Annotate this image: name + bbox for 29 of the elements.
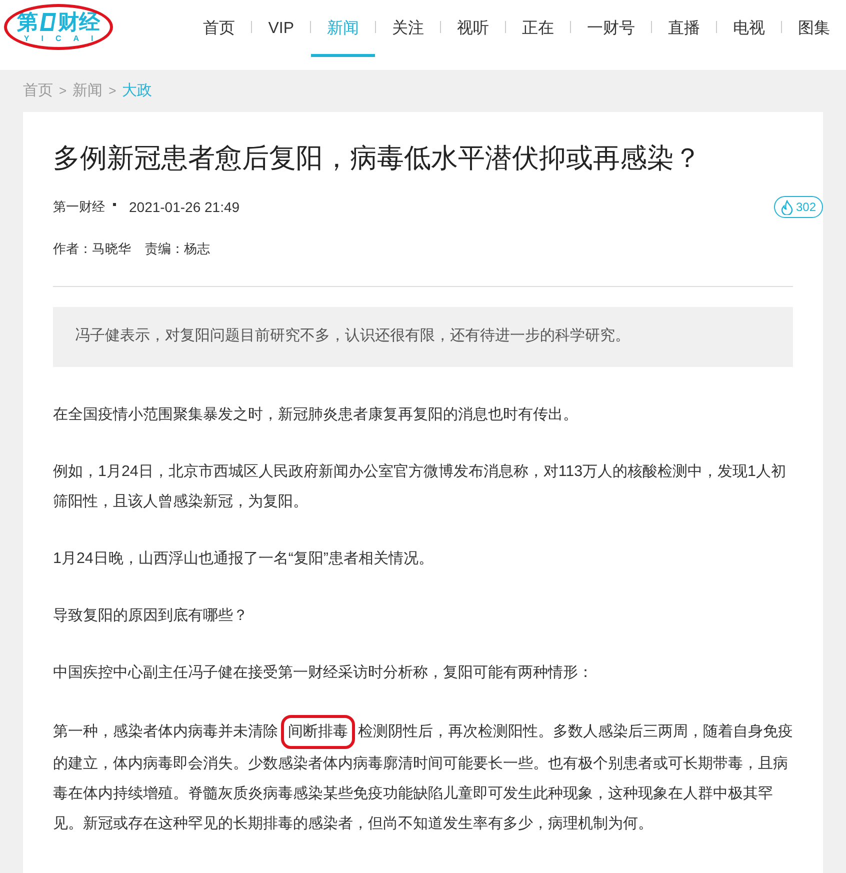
- article-paragraph: 第一种，感染者体内病毒并未清除 间断排毒 检测阴性后，再次检测阳性。多数人感染后三两周，随着自身免疫的建立，体内病毒即会消失。少数感染者体内病毒廓清时间可能要长一些。也有极个别患者或可长期带毒，且病毒在体内持续增殖。脊髓灰质炎病毒感染某些免疫功能缺陷儿童即可发生此种现象，这种现象在人群中极其罕见。新冠或存在这种罕见的长期排毒的感染者，但尚不知道发生率有多少，病理机制为何。: [53, 714, 793, 838]
- flame-icon: [780, 200, 793, 214]
- nav-tab[interactable]: VIP: [252, 0, 310, 57]
- article-paragraph: 例如，1月24日，北京市西城区人民政府新闻办公室官方微博发布消息称，对113万人的核酸检测中，发现1人初筛阳性，且该人曾感染新冠，为复阳。: [53, 462, 787, 512]
- article-title: 多例新冠患者愈后复阳，病毒低水平潜伏抑或再感染？: [53, 142, 702, 175]
- logo-text: 财经: [58, 12, 100, 32]
- article-paragraph: 1月24日晚，山西浮山也通报了一名“复阳”患者相关情况。: [53, 548, 434, 568]
- nav-tab[interactable]: 关注: [376, 0, 440, 57]
- byline-text: 责编：杨志: [145, 240, 210, 258]
- breadcrumb-separator: >: [108, 82, 116, 100]
- article-paragraph: 中国疾控中心副主任冯子健在接受第一财经采访时分析称，复阳可能有两种情形：: [53, 662, 594, 682]
- logo-subtitle: YICAI: [22, 34, 106, 42]
- nav-tab[interactable]: 正在: [506, 0, 570, 57]
- breadcrumb-separator: >: [59, 82, 67, 100]
- nav-tab[interactable]: 直播: [652, 0, 716, 57]
- nav-tab[interactable]: 一财号: [571, 0, 651, 57]
- nav-tab[interactable]: 首页: [187, 0, 252, 57]
- logo-text: 第: [17, 12, 38, 32]
- nav-tab[interactable]: 视听: [441, 0, 505, 57]
- article-paragraph: 导致复阳的原因到底有哪些？: [53, 606, 249, 626]
- logo-mark-icon: [39, 12, 58, 32]
- byline-text: 作者：马晓华: [53, 240, 131, 258]
- publish-time: 2021-01-26 21:49: [129, 198, 240, 216]
- article-summary: 冯子健表示，对复阳问题目前研究不多，认识还很有限，还有待进一步的科学研究。: [53, 306, 793, 366]
- article-paragraph: 在全国疫情小范围聚集暴发之时，新冠肺炎患者康复再复阳的消息也时有传出。: [53, 404, 579, 424]
- nav-tab[interactable]: 图集: [782, 0, 846, 57]
- article-source: 第一财经: [53, 198, 105, 216]
- nav-tab[interactable]: 电视: [717, 0, 781, 57]
- heat-badge: 302: [774, 196, 823, 218]
